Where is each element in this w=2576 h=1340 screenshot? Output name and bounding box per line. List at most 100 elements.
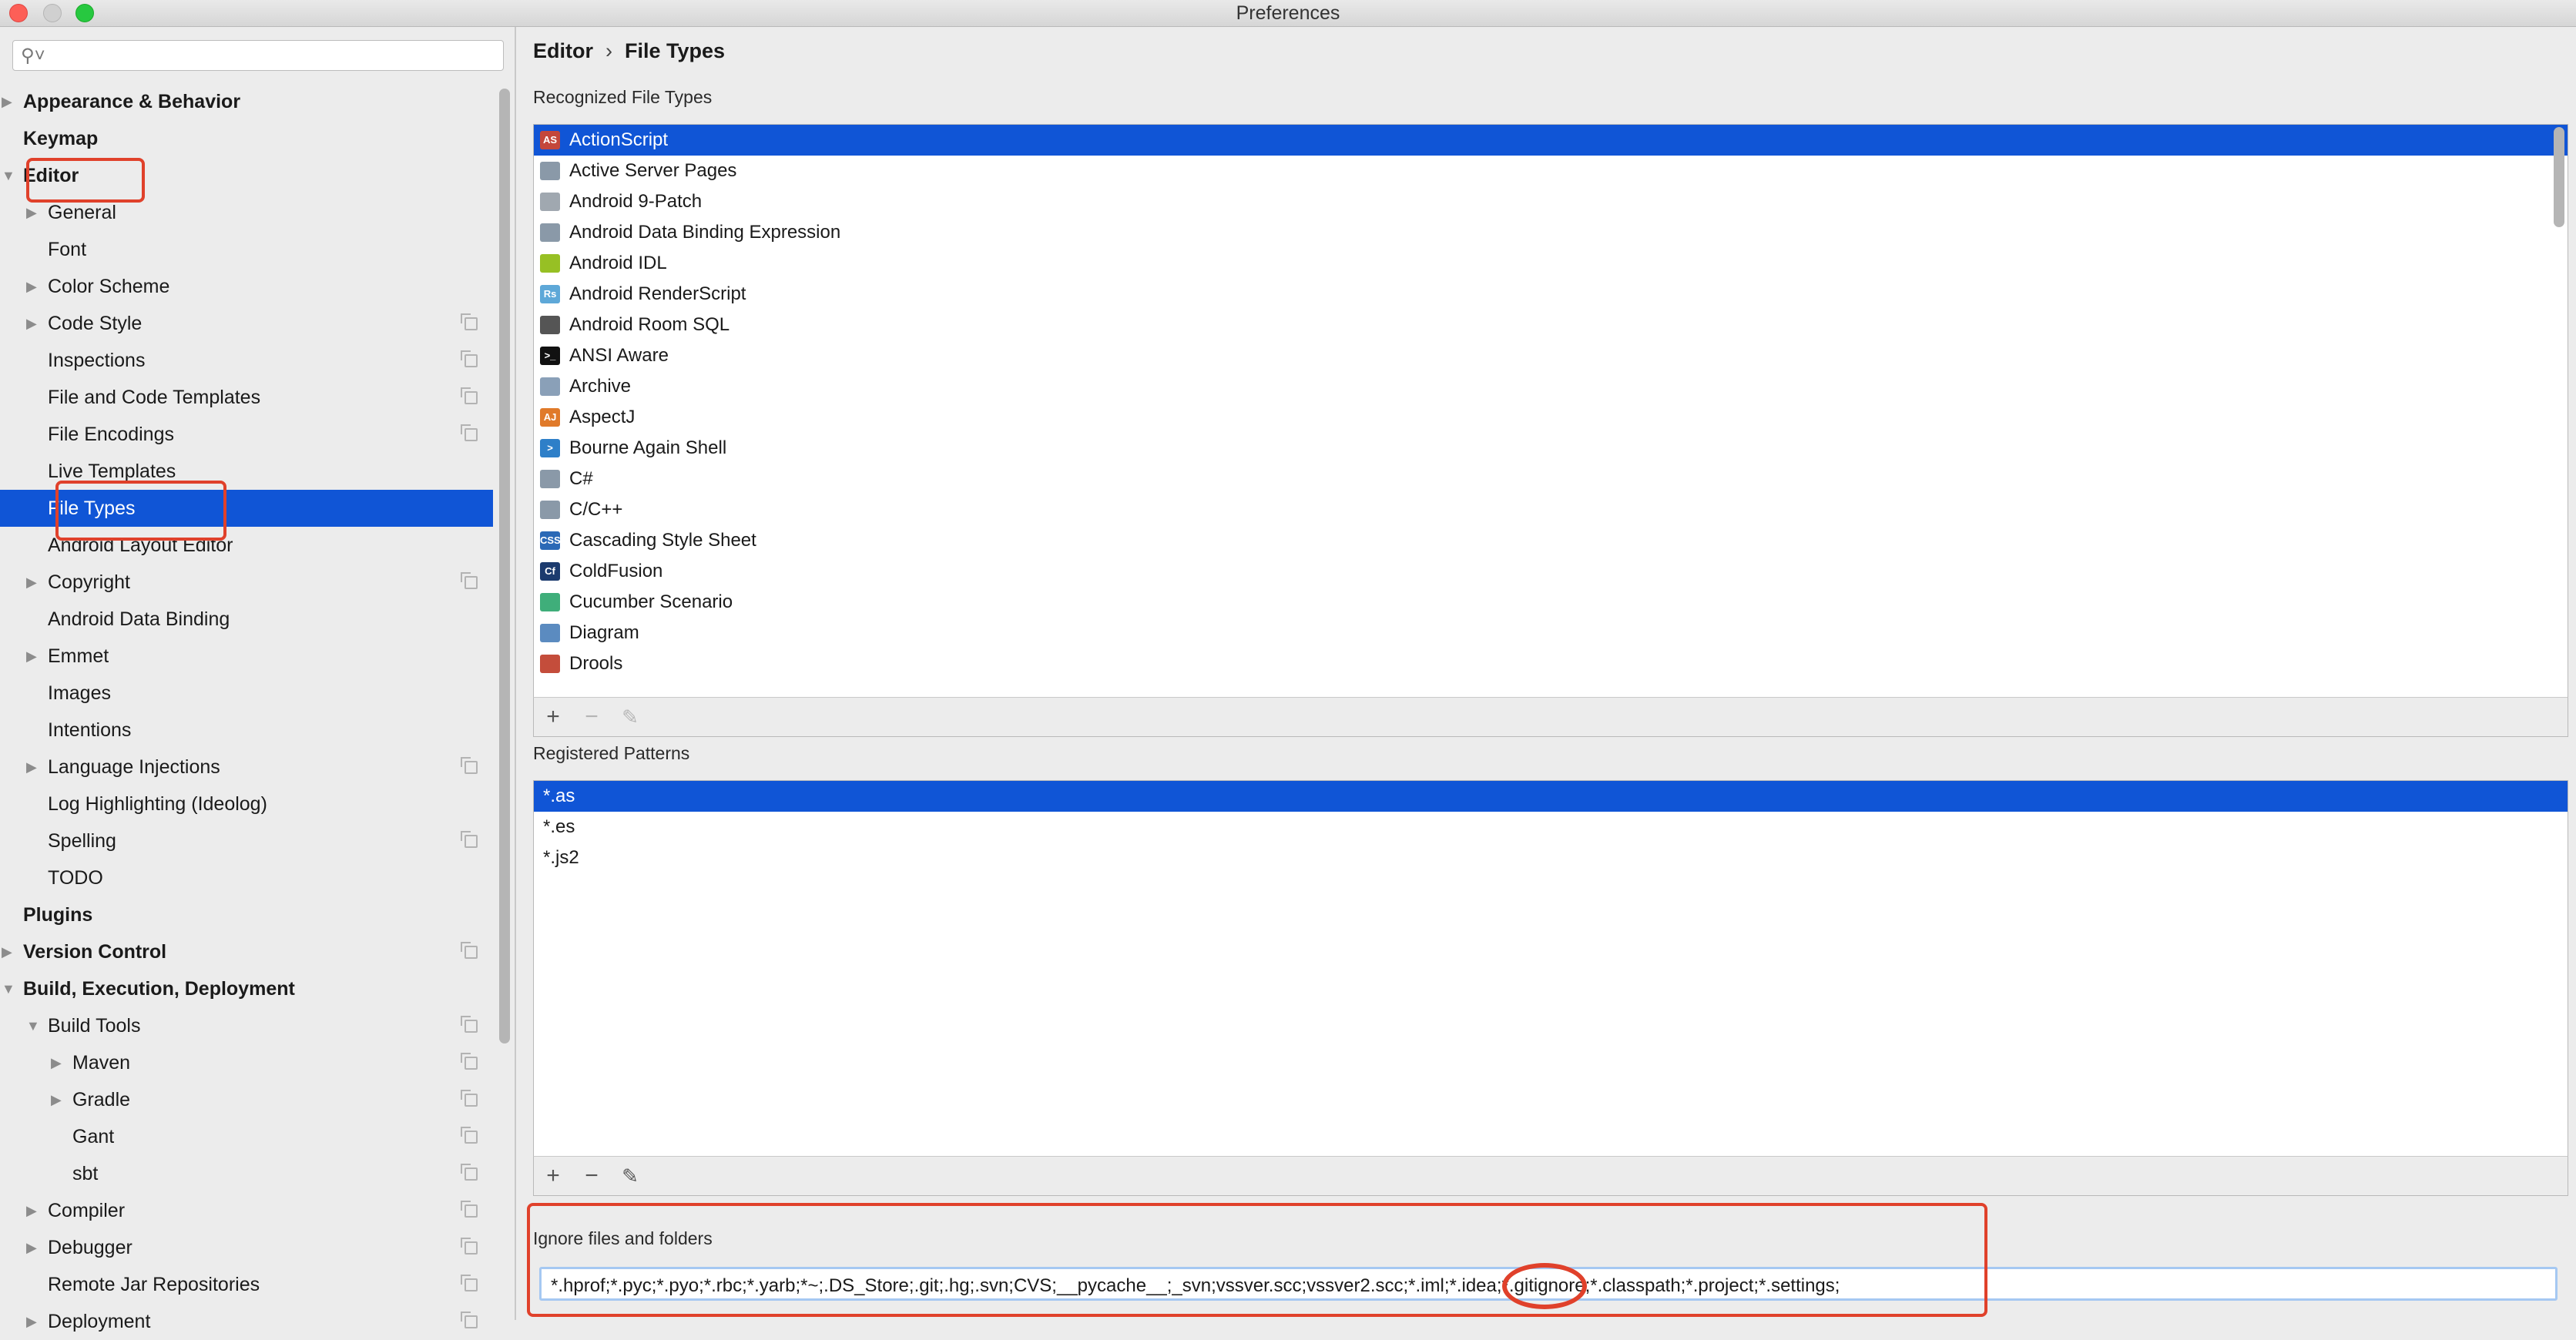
sidebar-item-plugins[interactable]: Plugins: [0, 896, 493, 933]
collapse-arrow-icon[interactable]: ▼: [2, 157, 15, 194]
expand-arrow-icon[interactable]: ▶: [26, 1192, 37, 1229]
expand-arrow-icon[interactable]: ▶: [51, 1044, 62, 1081]
sidebar-item-label: Remote Jar Repositories: [48, 1274, 260, 1295]
file-type-label: AspectJ: [569, 407, 636, 427]
sidebar-item-file-and-code-templates[interactable]: File and Code Templates: [0, 379, 493, 416]
file-type-label: ANSI Aware: [569, 345, 669, 366]
sidebar-item-code-style[interactable]: ▶ Code Style: [0, 305, 493, 342]
coldfusion-icon: Cf: [540, 562, 560, 581]
file-type-row[interactable]: >_ ANSI Aware: [534, 340, 2568, 371]
sidebar-item-gradle[interactable]: ▶ Gradle: [0, 1081, 493, 1118]
expand-arrow-icon[interactable]: ▶: [51, 1081, 62, 1118]
add-pattern-button[interactable]: +: [538, 1161, 568, 1191]
recognized-toolbar: + − ✎: [533, 697, 2568, 737]
file-type-row[interactable]: Android IDL: [534, 248, 2568, 279]
file-type-row[interactable]: CSS Cascading Style Sheet: [534, 525, 2568, 556]
sidebar-item-intentions[interactable]: Intentions: [0, 712, 493, 749]
sidebar-item-images[interactable]: Images: [0, 675, 493, 712]
expand-arrow-icon[interactable]: ▶: [26, 1303, 37, 1340]
database-icon: [540, 316, 560, 334]
sidebar-item-gant[interactable]: Gant: [0, 1118, 493, 1155]
expand-arrow-icon[interactable]: ▶: [26, 638, 37, 675]
file-type-label: Drools: [569, 653, 623, 674]
file-type-row[interactable]: AJ AspectJ: [534, 402, 2568, 433]
expand-arrow-icon[interactable]: ▶: [2, 83, 12, 120]
expand-arrow-icon[interactable]: ▶: [26, 749, 37, 786]
sidebar-item-todo[interactable]: TODO: [0, 859, 493, 896]
sidebar-item-label: Debugger: [48, 1237, 132, 1258]
sidebar-item-copyright[interactable]: ▶ Copyright: [0, 564, 493, 601]
project-scope-icon: [461, 1238, 478, 1255]
file-type-row[interactable]: C#: [534, 464, 2568, 494]
pattern-row[interactable]: *.es: [534, 812, 2568, 843]
remove-pattern-button[interactable]: −: [577, 1161, 606, 1191]
file-type-label: Android IDL: [569, 253, 667, 273]
file-type-row[interactable]: Cf ColdFusion: [534, 556, 2568, 587]
recognized-list-scrollbar[interactable]: [2554, 127, 2564, 227]
edit-file-type-button[interactable]: ✎: [615, 702, 645, 732]
file-type-row[interactable]: AS ActionScript: [534, 125, 2568, 156]
sidebar-item-color-scheme[interactable]: ▶ Color Scheme: [0, 268, 493, 305]
settings-search[interactable]: ⚲˅: [12, 40, 504, 71]
aspectj-icon: AJ: [540, 408, 560, 427]
recognized-file-types-list[interactable]: AS ActionScript Active Server Pages Android…: [533, 124, 2568, 698]
csharp-icon: [540, 470, 560, 488]
pattern-row[interactable]: *.as: [534, 781, 2568, 812]
file-type-row[interactable]: Archive: [534, 371, 2568, 402]
file-type-row[interactable]: Cucumber Scenario: [534, 587, 2568, 618]
sidebar-item-label: Spelling: [48, 830, 116, 852]
expand-arrow-icon[interactable]: ▶: [2, 933, 12, 970]
sidebar-item-spelling[interactable]: Spelling: [0, 822, 493, 859]
expand-arrow-icon[interactable]: ▶: [26, 564, 37, 601]
collapse-arrow-icon[interactable]: ▼: [2, 970, 15, 1007]
sidebar-item-inspections[interactable]: Inspections: [0, 342, 493, 379]
file-type-row[interactable]: Rs Android RenderScript: [534, 279, 2568, 310]
file-type-row[interactable]: Active Server Pages: [534, 156, 2568, 186]
file-type-label: Bourne Again Shell: [569, 437, 727, 458]
file-type-row[interactable]: > Bourne Again Shell: [534, 433, 2568, 464]
sidebar-item-build-execution-deployment[interactable]: ▼ Build, Execution, Deployment: [0, 970, 493, 1007]
remove-file-type-button[interactable]: −: [577, 702, 606, 732]
file-type-row[interactable]: Android Data Binding Expression: [534, 217, 2568, 248]
sidebar-item-font[interactable]: Font: [0, 231, 493, 268]
sidebar-item-emmet[interactable]: ▶ Emmet: [0, 638, 493, 675]
file-type-row[interactable]: Drools: [534, 648, 2568, 679]
add-file-type-button[interactable]: +: [538, 702, 568, 732]
sidebar-item-remote-jar-repositories[interactable]: Remote Jar Repositories: [0, 1266, 493, 1303]
sidebar-item-compiler[interactable]: ▶ Compiler: [0, 1192, 493, 1229]
expand-arrow-icon[interactable]: ▶: [26, 268, 37, 305]
sidebar-item-log-highlighting-ideolog[interactable]: Log Highlighting (Ideolog): [0, 786, 493, 822]
sidebar-item-android-data-binding[interactable]: Android Data Binding: [0, 601, 493, 638]
sidebar-item-label: Intentions: [48, 719, 132, 741]
breadcrumb-editor[interactable]: Editor: [533, 39, 593, 62]
sidebar-item-label: Deployment: [48, 1311, 151, 1332]
file-type-row[interactable]: Android Room SQL: [534, 310, 2568, 340]
registered-patterns-list[interactable]: *.as *.es *.js2: [533, 780, 2568, 1157]
sidebar-item-appearance-behavior[interactable]: ▶ Appearance & Behavior: [0, 83, 493, 120]
file-type-row[interactable]: C/C++: [534, 494, 2568, 525]
expand-arrow-icon[interactable]: ▶: [26, 305, 37, 342]
renderscript-icon: Rs: [540, 285, 560, 303]
edit-pattern-button[interactable]: ✎: [615, 1161, 645, 1191]
sidebar-item-file-encodings[interactable]: File Encodings: [0, 416, 493, 453]
pattern-row[interactable]: *.js2: [534, 843, 2568, 873]
sidebar-item-maven[interactable]: ▶ Maven: [0, 1044, 493, 1081]
sidebar-item-version-control[interactable]: ▶ Version Control: [0, 933, 493, 970]
actionscript-icon: AS: [540, 131, 560, 149]
file-type-row[interactable]: Diagram: [534, 618, 2568, 648]
sidebar-item-label: File and Code Templates: [48, 387, 261, 408]
sidebar-scrollbar[interactable]: [499, 89, 510, 1044]
file-type-row[interactable]: Android 9-Patch: [534, 186, 2568, 217]
search-input[interactable]: [52, 44, 494, 67]
sidebar-item-label: Android Data Binding: [48, 608, 230, 630]
sidebar-item-debugger[interactable]: ▶ Debugger: [0, 1229, 493, 1266]
sidebar-item-deployment[interactable]: ▶ Deployment: [0, 1303, 493, 1340]
file-type-label: C#: [569, 468, 593, 489]
sidebar-item-build-tools[interactable]: ▼ Build Tools: [0, 1007, 493, 1044]
sidebar-item-language-injections[interactable]: ▶ Language Injections: [0, 749, 493, 786]
sidebar-item-sbt[interactable]: sbt: [0, 1155, 493, 1192]
collapse-arrow-icon[interactable]: ▼: [26, 1007, 40, 1044]
expand-arrow-icon[interactable]: ▶: [26, 1229, 37, 1266]
file-type-label: Diagram: [569, 622, 639, 643]
sidebar-item-keymap[interactable]: Keymap: [0, 120, 493, 157]
